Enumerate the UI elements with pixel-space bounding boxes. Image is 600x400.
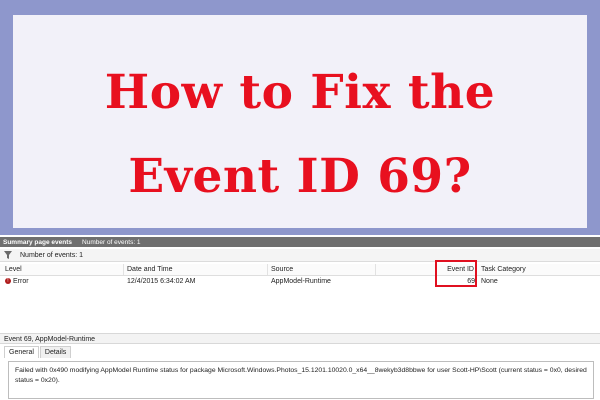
row-source: AppModel-Runtime <box>271 278 331 285</box>
row-level: ! Error <box>5 276 123 287</box>
row-level-text: Error <box>13 278 29 285</box>
event-id-highlight-box <box>435 260 477 287</box>
tab-details[interactable]: Details <box>39 346 72 358</box>
column-task-category[interactable]: Task Category <box>481 264 600 275</box>
event-message: Failed with 0x490 modifying AppModel Run… <box>8 361 594 399</box>
detail-title: Event 69, AppModel-Runtime <box>0 333 600 344</box>
table-header: Level Date and Time Source Event ID Task… <box>0 264 600 276</box>
table-row[interactable]: ! Error 12/4/2015 6:34:02 AM AppModel-Run… <box>0 276 600 287</box>
filter-count: Number of events: 1 <box>20 251 84 259</box>
filter-row: Number of events: 1 <box>0 249 600 262</box>
column-date-time[interactable]: Date and Time <box>127 264 268 275</box>
filter-icon[interactable] <box>4 251 12 259</box>
column-level[interactable]: Level <box>5 264 124 275</box>
detail-tabs: General Details <box>4 346 72 358</box>
headline-line-2: Event ID 69? <box>128 149 472 204</box>
title-banner: How to Fix the Event ID 69? <box>13 15 587 228</box>
headline-line-1: How to Fix the <box>104 65 496 120</box>
summary-count: Number of events: 1 <box>82 238 141 246</box>
column-source[interactable]: Source <box>271 264 376 275</box>
event-viewer-panel: Summary page events Number of events: 1 … <box>0 235 600 400</box>
error-icon: ! <box>5 278 11 285</box>
row-task-category: None <box>481 278 498 285</box>
summary-bar: Summary page events Number of events: 1 <box>0 237 600 247</box>
row-date-time: 12/4/2015 6:34:02 AM <box>127 278 196 285</box>
summary-title: Summary page events <box>3 238 73 246</box>
tab-general[interactable]: General <box>4 346 39 358</box>
